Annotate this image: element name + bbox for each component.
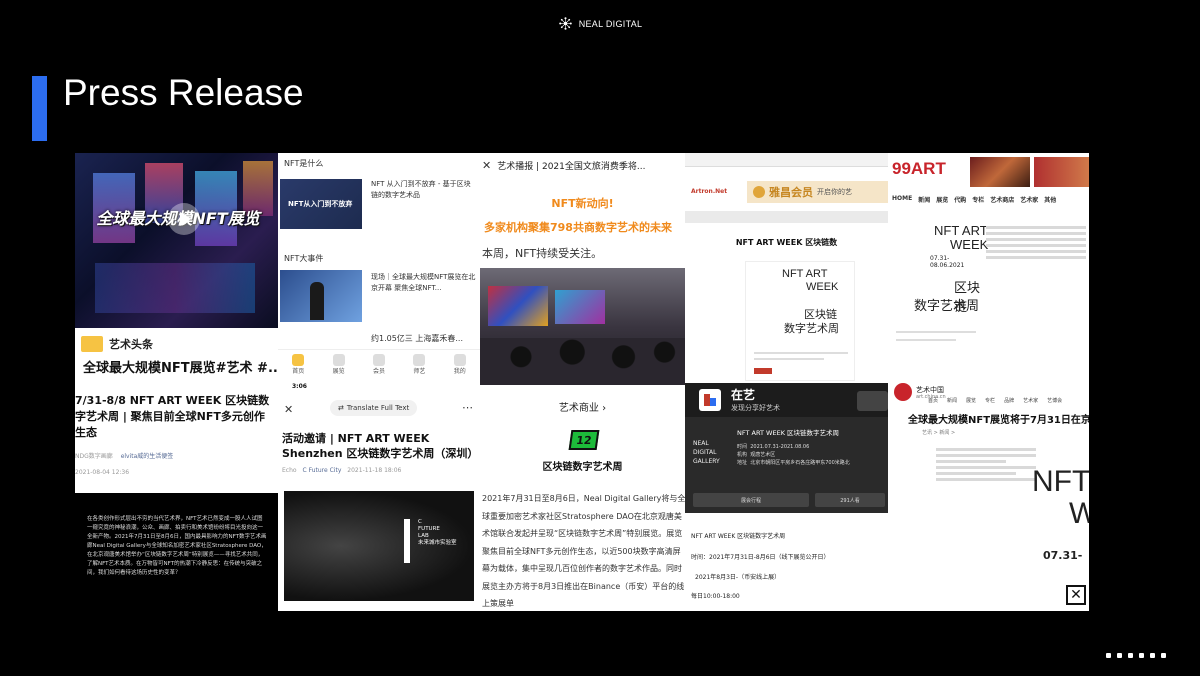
press-clip-art-china[interactable]: 艺术中国 art.china.cn 首页 新闻 展览 专栏 品牌 艺术家 艺博会 全球最大规… <box>888 383 1089 611</box>
site-logo[interactable]: Artron.Net <box>691 188 727 195</box>
gallery-logo: NEAL DIGITAL GALLERY <box>693 440 720 465</box>
status-time: 3:06 <box>292 383 307 390</box>
site-nav: 首页 新闻 展览 专栏 品牌 艺术家 艺博会 <box>928 398 1063 404</box>
article-date: 2021-08-04 12:36 <box>75 469 130 476</box>
header-ad <box>1034 157 1089 187</box>
event-time: 时间：2021年7月31日-8月6日（线下展览公开日） <box>691 554 830 561</box>
event-poster: NFT ART WEEK 区块链 数字艺术周 <box>745 261 855 381</box>
source-name: 艺术头条 <box>109 338 153 351</box>
site-nav: HOME 新闻 展览 代购 专栏 艺术商店 艺术家 其他 <box>892 195 1057 204</box>
article-body-panel: 在各类创作形式层出不穷的当代艺术界，NFT艺术已然变成一股人人试图一窥究竟的神秘… <box>75 493 278 611</box>
event-time-online: 2021年8月3日-（币安线上展） <box>695 574 781 581</box>
header-painting <box>970 157 1030 187</box>
close-icon[interactable]: ✕ <box>1066 585 1086 605</box>
list-item[interactable]: NFT从入门到不放弃 NFT 从入门到不放弃 - 基于区块链的数字艺术品 <box>278 175 480 235</box>
tab-artist[interactable]: 师艺 <box>413 354 425 375</box>
issue-badge: 12 <box>568 430 600 450</box>
tab-exhibition[interactable]: 展览 <box>332 354 345 375</box>
event-title: NFT ART WEEK 区块链数字艺术周 <box>691 533 786 540</box>
more-icon[interactable]: ⋯ <box>462 401 473 414</box>
item-thumbnail: NFT从入门到不放弃 <box>280 179 362 229</box>
article-headline: 区块链数字艺术周 <box>542 462 623 473</box>
event-card[interactable]: NEAL DIGITAL GALLERY NFT ART WEEK 区块链数字艺… <box>685 417 888 513</box>
article-meta: NDG数字画廊 elvita威的生活便签 <box>75 453 174 460</box>
source-avatar <box>81 336 103 352</box>
app-tab-bar: 首页 展览 会员 师艺 我的 <box>278 349 480 387</box>
article-cover: C FUTURE LAB 未来城市实验室 <box>284 491 474 601</box>
brand-header: NEAL DIGITAL <box>0 16 1200 31</box>
press-clip-art-business[interactable]: 艺术商业 › 12 区块链数字艺术周 2021年7月31日至8月6日，Neal … <box>480 385 685 611</box>
tab-profile[interactable]: 我的 <box>453 354 466 375</box>
close-icon[interactable]: ✕ <box>284 403 293 416</box>
event-poster: NFT ART WEEK 07.31-08.06.2021 区块链 数字艺术周 <box>892 221 988 381</box>
press-collage: 全球最大规模NFT展览 艺术头条 全球最大规模NFT展览#艺术 #... NFT… <box>75 153 1089 611</box>
pagination-dots <box>1106 653 1166 658</box>
tab-member[interactable]: 会员 <box>372 354 385 375</box>
translate-button[interactable]: ⇄ Translate Full Text <box>330 400 418 416</box>
article-body: 在各类创作形式层出不穷的当代艺术界，NFT艺术已然变成一股人人试图一窥究竟的神秘… <box>87 516 267 576</box>
list-item[interactable]: 现场｜全球最大规模NFT展览在北京开幕 聚焦全球NFT... <box>278 268 480 326</box>
article-meta: Echo C Future City 2021-11-18 18:06 <box>282 467 402 474</box>
category-link[interactable]: 艺术商业 › <box>480 399 685 414</box>
article-body: 2021年7月31日至8月6日，Neal Digital Gallery将与全球… <box>482 494 685 608</box>
tab-home[interactable]: 首页 <box>292 354 304 375</box>
press-clip-artron[interactable]: Artron.Net 雅昌会员 开启你的艺 NFT ART WEEK 区块链数 … <box>685 153 888 385</box>
article-headline: 全球最大规模NFT展览将于7月31日在京 <box>908 415 1089 426</box>
neal-digital-logo-icon <box>558 17 572 30</box>
event-hours: 每日10:00-18:00 <box>691 593 740 600</box>
press-clip-video[interactable]: 全球最大规模NFT展览 艺术头条 全球最大规模NFT展览#艺术 #... <box>75 153 278 383</box>
site-logo-icon[interactable] <box>894 383 912 401</box>
future-lab-logo: C FUTURE LAB 未来城市实验室 <box>418 519 457 546</box>
article-subtitle: 多家机构聚集798共商数字艺术的未来 <box>484 221 672 234</box>
article-headline: 活动邀请 | NFT ART WEEK Shenzhen 区块链数字艺术周（深圳… <box>282 432 479 460</box>
article-tag: NFT新动向! <box>551 197 614 210</box>
app-logo-icon <box>699 389 721 411</box>
item-title: NFT 从入门到不放弃 - 基于区块链的数字艺术品 <box>371 180 471 199</box>
play-icon[interactable] <box>168 203 200 235</box>
clip-headline: 全球最大规模NFT展览#艺术 #... <box>83 361 278 376</box>
close-icon[interactable]: ✕ <box>482 159 491 172</box>
press-clip-99art[interactable]: 99ART HOME 新闻 展览 代购 专栏 艺术商店 艺术家 其他 NFT ART WEEK… <box>888 153 1089 385</box>
viewers-button[interactable]: 291人看 <box>815 493 885 507</box>
article-lead: 本周，NFT持续受关注。 <box>482 247 603 260</box>
press-clip-art-broadcast[interactable]: ✕ 艺术播报 | 2021全国文旅消费季将... NFT新动向! 多家机构聚集7… <box>480 153 685 385</box>
event-details <box>986 223 1086 262</box>
item-title: 现场｜全球最大规模NFT展览在北京开幕 聚焦全球NFT... <box>371 273 476 292</box>
article-headline: 7/31-8/8 NFT ART WEEK 区块链数字艺术周 | 聚焦目前全球N… <box>75 394 270 439</box>
video-thumbnail[interactable]: 全球最大规模NFT展览 <box>75 153 278 328</box>
article-header: ✕ 艺术播报 | 2021全国文旅消费季将... <box>482 159 646 172</box>
section-label: NFT大事件 <box>284 254 324 263</box>
member-banner: 雅昌会员 开启你的艺 <box>747 181 888 203</box>
site-logo[interactable]: 99ART <box>892 159 946 179</box>
itinerary-button[interactable]: 展会行程 <box>693 493 809 507</box>
app-header: 在艺 发现分享好艺术 <box>685 383 888 417</box>
press-clip-app-list[interactable]: NFT是什么 NFT从入门到不放弃 NFT 从入门到不放弃 - 基于区块链的数字… <box>278 153 480 391</box>
crowd-photo <box>480 268 685 385</box>
item-title: 约1.05亿三 上海嘉禾春... <box>371 334 463 343</box>
title-accent-bar <box>32 76 47 141</box>
item-thumbnail <box>280 270 362 322</box>
article-headline: NFT ART WEEK 区块链数 <box>735 238 838 247</box>
translate-icon: ⇄ <box>338 404 344 412</box>
section-label: NFT是什么 <box>284 159 324 168</box>
page-title: Press Release <box>63 72 304 113</box>
brand-name: NEAL DIGITAL <box>578 18 643 29</box>
press-clip-wechat-article[interactable]: 7/31-8/8 NFT ART WEEK 区块链数字艺术周 | 聚焦目前全球N… <box>75 383 278 611</box>
event-poster: NFT W 07.31- ✕ <box>936 445 1089 611</box>
press-clip-shenzhen[interactable]: 3:06 ✕ ⇄ Translate Full Text ⋯ 活动邀请 | NFT… <box>278 383 480 611</box>
press-clip-zaiyi[interactable]: 在艺 发现分享好艺术 NEAL DIGITAL GALLERY NFT ART … <box>685 383 888 611</box>
breadcrumb: 艺讯 > 新闻 > <box>922 430 956 436</box>
